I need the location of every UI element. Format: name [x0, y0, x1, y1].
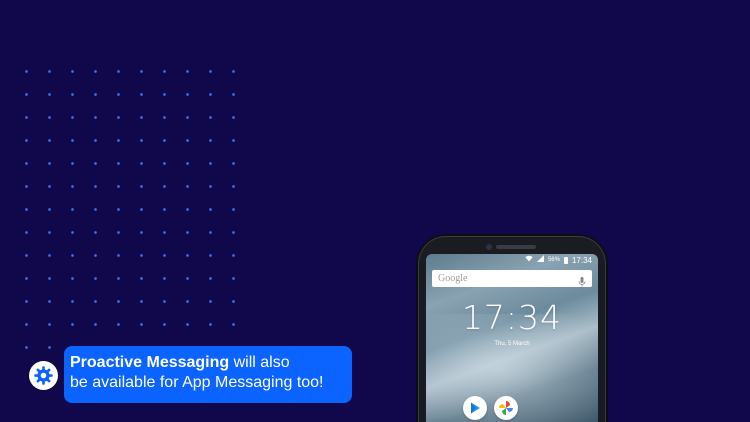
bubble-bold-text: Proactive Messaging: [70, 354, 230, 371]
pinwheel-icon[interactable]: [494, 396, 518, 420]
mic-icon[interactable]: [578, 274, 586, 286]
gear-icon: [29, 361, 58, 390]
bubble-text-line1: will also: [229, 354, 290, 371]
google-search-bar[interactable]: Google: [432, 270, 592, 287]
bubble-text-line2: be available for App Messaging too!: [70, 374, 324, 391]
phone-mockup: 56% 17:34 Google 17:34 Thu, 5 March: [418, 236, 606, 422]
dot-grid-decoration: [15, 60, 235, 350]
front-camera: [486, 244, 492, 250]
lock-screen-clock: 17:34: [461, 298, 563, 337]
battery-icon: [563, 256, 568, 264]
status-time: 17:34: [571, 255, 592, 265]
phone-speaker: [496, 245, 536, 249]
phone-screen: 56% 17:34 Google 17:34 Thu, 5 March: [426, 254, 598, 422]
slide-background: 56% 17:34 Google 17:34 Thu, 5 March Proa…: [0, 0, 750, 422]
battery-level: 56%: [547, 257, 560, 263]
phone-status-bar: 56% 17:34: [426, 254, 598, 266]
wifi-icon: [525, 255, 533, 265]
message-bubble: Proactive Messaging will also be availab…: [64, 346, 352, 403]
lock-screen-date: Thu, 5 March: [494, 341, 530, 347]
play-store-icon[interactable]: [463, 396, 487, 420]
signal-icon: [536, 255, 544, 265]
google-logo: Google: [438, 273, 468, 284]
